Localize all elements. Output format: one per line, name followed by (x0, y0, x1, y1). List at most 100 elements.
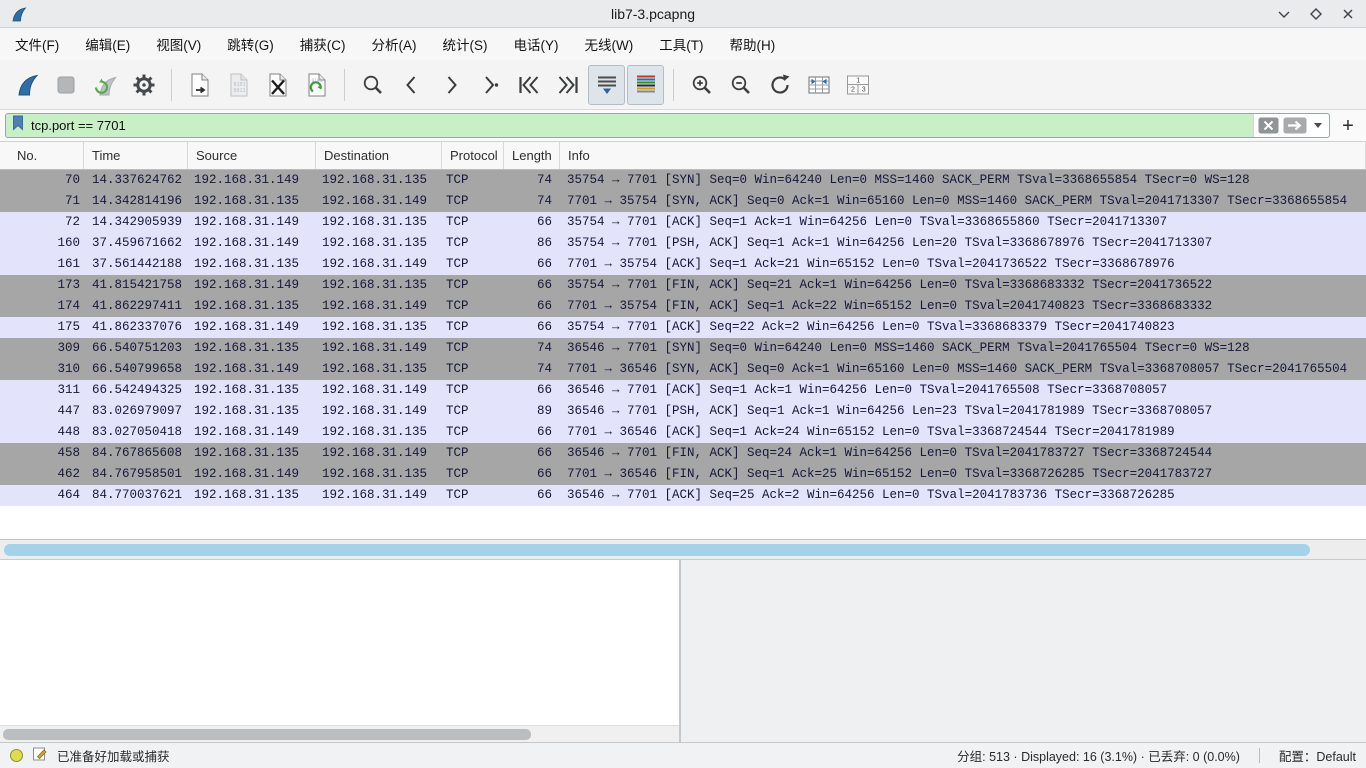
packet-details-hscrollbar-thumb[interactable] (3, 729, 531, 740)
reload-file-button[interactable]: 0101 (298, 65, 335, 105)
last-packet-button[interactable] (549, 65, 586, 105)
filter-clear-icon[interactable] (1258, 117, 1279, 134)
menu-edit[interactable]: 编辑(E) (72, 28, 143, 60)
expert-info-icon[interactable] (10, 749, 23, 762)
close-file-button[interactable] (259, 65, 296, 105)
stop-capture-icon (53, 72, 79, 98)
packet-row-161[interactable]: 16137.561442188192.168.31.135192.168.31.… (0, 254, 1366, 275)
cell-length: 66 (504, 422, 560, 443)
stop-capture-button (47, 65, 84, 105)
cell-time: 83.027050418 (84, 422, 188, 443)
cell-length: 74 (504, 338, 560, 359)
menu-file[interactable]: 文件(F) (2, 28, 72, 60)
packet-row-448[interactable]: 44883.027050418192.168.31.149192.168.31.… (0, 422, 1366, 443)
column-header-no[interactable]: No. (0, 142, 84, 169)
display-filter-input[interactable]: tcp.port == 7701 (5, 113, 1330, 138)
cell-time: 37.561442188 (84, 254, 188, 275)
menu-analyze[interactable]: 分析(A) (359, 28, 430, 60)
packet-list-empty-area (0, 506, 1366, 540)
cell-no: 72 (0, 212, 84, 233)
column-header-time[interactable]: Time (84, 142, 188, 169)
colorize-button[interactable] (627, 65, 664, 105)
cell-source: 192.168.31.135 (188, 401, 316, 422)
cell-destination: 192.168.31.149 (316, 401, 442, 422)
packet-list-header: No.TimeSourceDestinationProtocolLengthIn… (0, 142, 1366, 170)
cell-protocol: TCP (442, 233, 504, 254)
find-packet-button[interactable] (354, 65, 391, 105)
close-button[interactable] (1340, 6, 1356, 22)
cell-no: 309 (0, 338, 84, 359)
open-file-button[interactable] (181, 65, 218, 105)
packet-details-content (0, 560, 679, 725)
minimize-button[interactable] (1276, 6, 1292, 22)
cell-destination: 192.168.31.135 (316, 464, 442, 485)
profile-text[interactable]: 配置：Default (1279, 746, 1356, 765)
menu-go[interactable]: 跳转(G) (214, 28, 287, 60)
start-capture-icon (14, 72, 40, 98)
auto-scroll-button[interactable] (588, 65, 625, 105)
zoom-out-button[interactable] (722, 65, 759, 105)
cell-destination: 192.168.31.149 (316, 485, 442, 506)
filter-apply-icon[interactable] (1283, 117, 1307, 134)
packet-row-447[interactable]: 44783.026979097192.168.31.135192.168.31.… (0, 401, 1366, 422)
cell-info: 35754 → 7701 [PSH, ACK] Seq=1 Ack=1 Win=… (560, 233, 1366, 254)
menu-help[interactable]: 帮助(H) (716, 28, 788, 60)
packet-details-hscrollbar[interactable] (0, 725, 679, 742)
cell-destination: 192.168.31.149 (316, 443, 442, 464)
menu-wireless[interactable]: 无线(W) (572, 28, 647, 60)
packet-row-160[interactable]: 16037.459671662192.168.31.149192.168.31.… (0, 233, 1366, 254)
maximize-button[interactable] (1308, 6, 1324, 22)
cell-info: 35754 → 7701 [FIN, ACK] Seq=21 Ack=1 Win… (560, 275, 1366, 296)
cell-info: 7701 → 36546 [ACK] Seq=1 Ack=24 Win=6515… (560, 422, 1366, 443)
packet-row-462[interactable]: 46284.767958501192.168.31.149192.168.31.… (0, 464, 1366, 485)
first-packet-button[interactable] (510, 65, 547, 105)
packet-row-72[interactable]: 7214.342905939192.168.31.149192.168.31.1… (0, 212, 1366, 233)
cell-protocol: TCP (442, 380, 504, 401)
zoom-in-button[interactable] (683, 65, 720, 105)
packet-list-hscrollbar[interactable] (0, 540, 1366, 560)
menu-capture[interactable]: 捕获(C) (287, 28, 359, 60)
resize-columns-button[interactable] (800, 65, 837, 105)
menu-tools[interactable]: 工具(T) (646, 28, 716, 60)
cell-info: 36546 → 7701 [ACK] Seq=25 Ack=2 Win=6425… (560, 485, 1366, 506)
start-capture-button[interactable] (8, 65, 45, 105)
filter-text-area[interactable]: tcp.port == 7701 (6, 114, 1253, 137)
zoom-reset-button[interactable] (761, 65, 798, 105)
cell-destination: 192.168.31.149 (316, 191, 442, 212)
capture-comment-icon[interactable] (32, 746, 48, 765)
menu-telephony[interactable]: 电话(Y) (501, 28, 572, 60)
capture-options-icon (131, 72, 157, 98)
packet-row-458[interactable]: 45884.767865608192.168.31.135192.168.31.… (0, 443, 1366, 464)
packet-row-173[interactable]: 17341.815421758192.168.31.149192.168.31.… (0, 275, 1366, 296)
filter-bookmark-icon[interactable] (12, 115, 24, 136)
layout-chooser-button[interactable]: 123 (839, 65, 876, 105)
packet-row-311[interactable]: 31166.542494325192.168.31.135192.168.31.… (0, 380, 1366, 401)
column-header-destination[interactable]: Destination (316, 142, 442, 169)
packet-row-174[interactable]: 17441.862297411192.168.31.135192.168.31.… (0, 296, 1366, 317)
packet-list-hscrollbar-thumb[interactable] (4, 544, 1310, 556)
filter-expression[interactable]: tcp.port == 7701 (31, 118, 126, 133)
menu-view[interactable]: 视图(V) (143, 28, 214, 60)
column-header-source[interactable]: Source (188, 142, 316, 169)
previous-packet-button[interactable] (393, 65, 430, 105)
packet-row-71[interactable]: 7114.342814196192.168.31.135192.168.31.1… (0, 191, 1366, 212)
go-to-packet-button[interactable] (471, 65, 508, 105)
packet-row-310[interactable]: 31066.540799658192.168.31.149192.168.31.… (0, 359, 1366, 380)
packet-row-464[interactable]: 46484.770037621192.168.31.135192.168.31.… (0, 485, 1366, 506)
next-packet-button[interactable] (432, 65, 469, 105)
packet-row-309[interactable]: 30966.540751203192.168.31.135192.168.31.… (0, 338, 1366, 359)
filter-add-button[interactable]: + (1335, 113, 1361, 139)
packet-row-175[interactable]: 17541.862337076192.168.31.149192.168.31.… (0, 317, 1366, 338)
menu-statistics[interactable]: 统计(S) (430, 28, 501, 60)
packet-row-70[interactable]: 7014.337624762192.168.31.149192.168.31.1… (0, 170, 1366, 191)
column-header-protocol[interactable]: Protocol (442, 142, 504, 169)
cell-info: 7701 → 35754 [ACK] Seq=1 Ack=21 Win=6515… (560, 254, 1366, 275)
filter-history-dropdown-icon[interactable] (1314, 123, 1322, 128)
column-header-length[interactable]: Length (504, 142, 560, 169)
column-header-info[interactable]: Info (560, 142, 1366, 169)
window-title: lib7-3.pcapng (30, 6, 1276, 22)
cell-destination: 192.168.31.135 (316, 170, 442, 191)
capture-options-button[interactable] (125, 65, 162, 105)
cell-length: 66 (504, 296, 560, 317)
cell-no: 310 (0, 359, 84, 380)
